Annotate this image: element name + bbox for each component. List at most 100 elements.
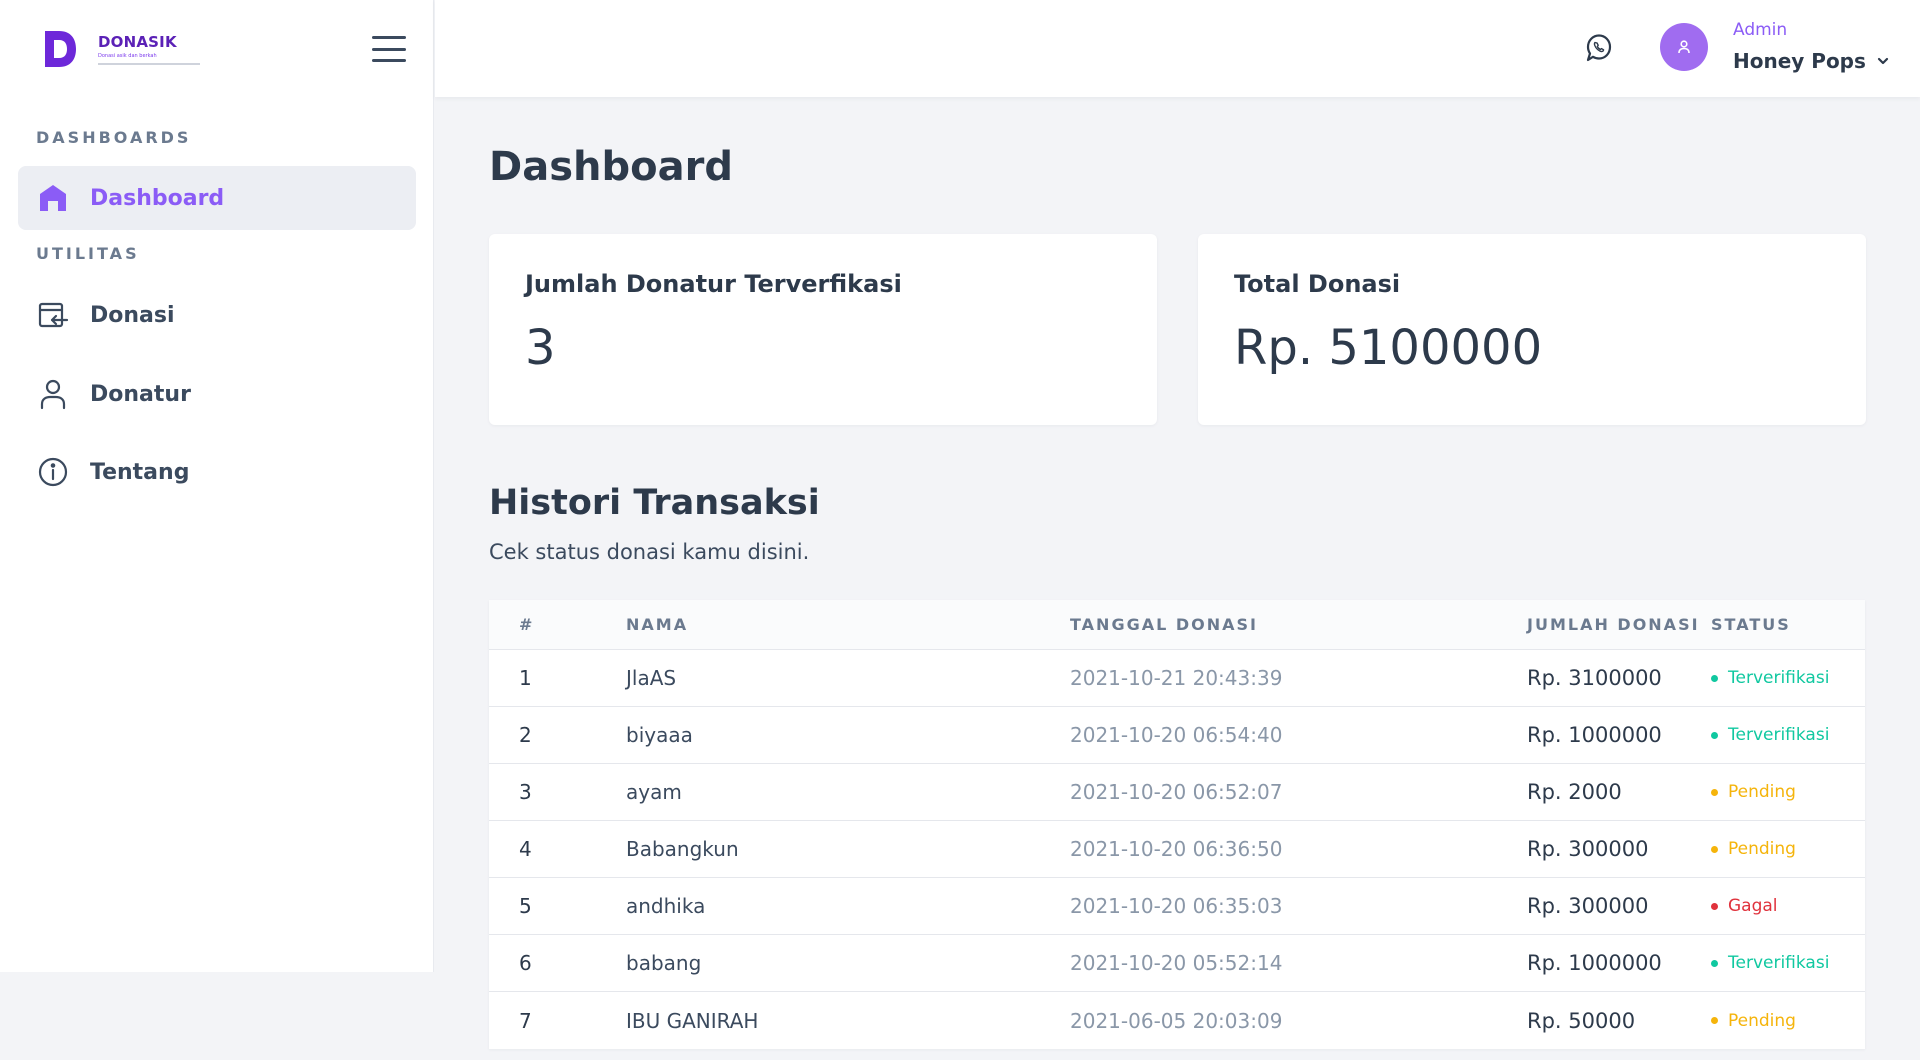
cell-tanggal: 2021-10-20 06:35:03 [1070, 894, 1283, 918]
cell-status: Pending [1711, 1011, 1865, 1031]
status-label: Terverifikasi [1728, 953, 1830, 973]
status-badge: Terverifikasi [1711, 725, 1865, 745]
history-title: Histori Transaksi [489, 483, 820, 523]
status-label: Pending [1728, 839, 1796, 859]
cell-status: Pending [1711, 839, 1865, 859]
table-row[interactable]: 5 andhika 2021-10-20 06:35:03 Rp. 300000 Gag… [489, 878, 1865, 935]
user-name: Honey Pops [1733, 49, 1866, 73]
cell-tanggal: 2021-10-20 06:54:40 [1070, 723, 1283, 747]
user-role: Admin [1733, 20, 1788, 40]
brand-name: DONASIK [98, 33, 177, 51]
brand-logo[interactable]: DONASIK Donasi asik dan berkah [42, 28, 200, 70]
status-dot-icon [1711, 1017, 1718, 1024]
cell-jumlah: Rp. 2000 [1527, 780, 1622, 804]
avatar[interactable] [1660, 23, 1708, 71]
cell-status: Pending [1711, 782, 1865, 802]
table-row[interactable]: 1 JlaAS 2021-10-21 20:43:39 Rp. 3100000 Terv… [489, 650, 1865, 707]
column-header-tanggal: TANGGAL DONASI [1070, 615, 1258, 634]
cell-nama: Babangkun [626, 837, 739, 861]
user-avatar-icon [1678, 40, 1690, 54]
user-menu[interactable]: Honey Pops [1733, 49, 1890, 73]
status-badge: Pending [1711, 839, 1865, 859]
cell-jumlah: Rp. 3100000 [1527, 666, 1662, 690]
menu-toggle-icon[interactable] [372, 36, 406, 62]
cell-jumlah: Rp. 50000 [1527, 1008, 1636, 1033]
sidebar: DONASIK Donasi asik dan berkah DASHBOARD… [0, 0, 434, 972]
status-dot-icon [1711, 674, 1718, 682]
logo-icon [45, 31, 76, 67]
cell-number: 4 [519, 837, 532, 861]
status-badge: Terverifikasi [1711, 668, 1865, 688]
cell-status: Terverifikasi [1711, 953, 1865, 973]
cell-tanggal: 2021-10-21 20:43:39 [1070, 666, 1283, 690]
brand-text: DONASIK Donasi asik dan berkah [98, 33, 200, 65]
cell-nama: IBU GANIRAH [626, 1008, 759, 1033]
cell-number: 1 [519, 666, 532, 690]
column-header-jumlah: JUMLAH DONASI [1527, 615, 1700, 634]
card-title: Total Donasi [1234, 270, 1401, 298]
sidebar-item-donasi[interactable]: Donasi [18, 283, 416, 347]
sidebar-item-donatur[interactable]: Donatur [18, 362, 416, 426]
cell-nama: babang [626, 951, 702, 975]
user-icon [36, 377, 70, 411]
cell-number: 5 [519, 894, 532, 918]
status-badge: Terverifikasi [1711, 953, 1865, 973]
whatsapp-icon[interactable] [1582, 31, 1616, 65]
status-dot-icon [1711, 959, 1718, 967]
brand-tagline: Donasi asik dan berkah [98, 53, 157, 59]
home-icon [36, 181, 70, 215]
cell-status: Gagal [1711, 896, 1865, 916]
card-value: 3 [525, 320, 556, 376]
cell-jumlah: Rp. 300000 [1527, 837, 1649, 861]
column-header-number: # [519, 615, 535, 634]
cell-nama: JlaAS [626, 666, 677, 690]
stat-card-total: Total Donasi Rp. 5100000 [1198, 234, 1866, 425]
sidebar-item-dashboard[interactable]: Dashboard [18, 166, 416, 230]
table-row[interactable]: 2 biyaaa 2021-10-20 06:54:40 Rp. 1000000 Ter… [489, 707, 1865, 764]
card-title: Jumlah Donatur Terverfikasi [525, 270, 902, 298]
cell-status: Terverifikasi [1711, 725, 1865, 745]
sidebar-item-label: Donasi [90, 302, 175, 328]
cell-tanggal: 2021-10-20 05:52:14 [1070, 951, 1283, 975]
status-dot-icon [1711, 845, 1718, 853]
sidebar-item-label: Donatur [90, 381, 191, 407]
table-header: # NAMA TANGGAL DONASI JUMLAH DONASI STAT… [489, 600, 1865, 650]
status-dot-icon [1711, 731, 1718, 739]
table-row[interactable]: 6 babang 2021-10-20 05:52:14 Rp. 1000000 Ter… [489, 935, 1865, 992]
status-label: Terverifikasi [1728, 668, 1830, 688]
cell-nama: andhika [626, 894, 706, 918]
column-header-status: STATUS [1711, 615, 1791, 634]
status-label: Gagal [1728, 896, 1778, 916]
cell-status: Terverifikasi [1711, 668, 1865, 688]
chevron-down-icon [1877, 57, 1889, 65]
cell-number: 7 [519, 1008, 532, 1033]
table-row[interactable]: 3 ayam 2021-10-20 06:52:07 Rp. 2000 Pending [489, 764, 1865, 821]
column-header-nama: NAMA [626, 615, 689, 634]
cell-tanggal: 2021-10-20 06:52:07 [1070, 780, 1283, 804]
status-badge: Pending [1711, 1011, 1865, 1031]
cell-tanggal: 2021-06-05 20:03:09 [1070, 1008, 1283, 1033]
history-table: # NAMA TANGGAL DONASI JUMLAH DONASI STAT… [489, 600, 1865, 1049]
cell-jumlah: Rp. 1000000 [1527, 723, 1662, 747]
brand-underline [98, 63, 200, 65]
cell-jumlah: Rp. 300000 [1527, 894, 1649, 918]
status-dot-icon [1711, 788, 1718, 796]
table-row[interactable]: 7 IBU GANIRAH 2021-06-05 20:03:09 Rp. 50000… [489, 992, 1865, 1049]
section-label-utilitas: UTILITAS [36, 244, 140, 263]
cell-number: 3 [519, 780, 532, 804]
section-label-dashboards: DASHBOARDS [36, 128, 192, 147]
page-title: Dashboard [489, 144, 733, 190]
table-row[interactable]: 4 Babangkun 2021-10-20 06:36:50 Rp. 300000 P… [489, 821, 1865, 878]
status-label: Terverifikasi [1728, 725, 1830, 745]
cell-nama: ayam [626, 780, 682, 804]
cell-nama: biyaaa [626, 723, 693, 747]
cell-tanggal: 2021-10-20 06:36:50 [1070, 837, 1283, 861]
cell-number: 6 [519, 951, 532, 975]
status-label: Pending [1728, 1010, 1796, 1031]
cell-number: 2 [519, 723, 532, 747]
status-badge: Pending [1711, 782, 1865, 802]
donation-icon [36, 298, 70, 332]
stat-card-donatur: Jumlah Donatur Terverfikasi 3 [489, 234, 1157, 425]
sidebar-item-tentang[interactable]: Tentang [18, 440, 416, 504]
status-dot-icon [1711, 902, 1718, 910]
